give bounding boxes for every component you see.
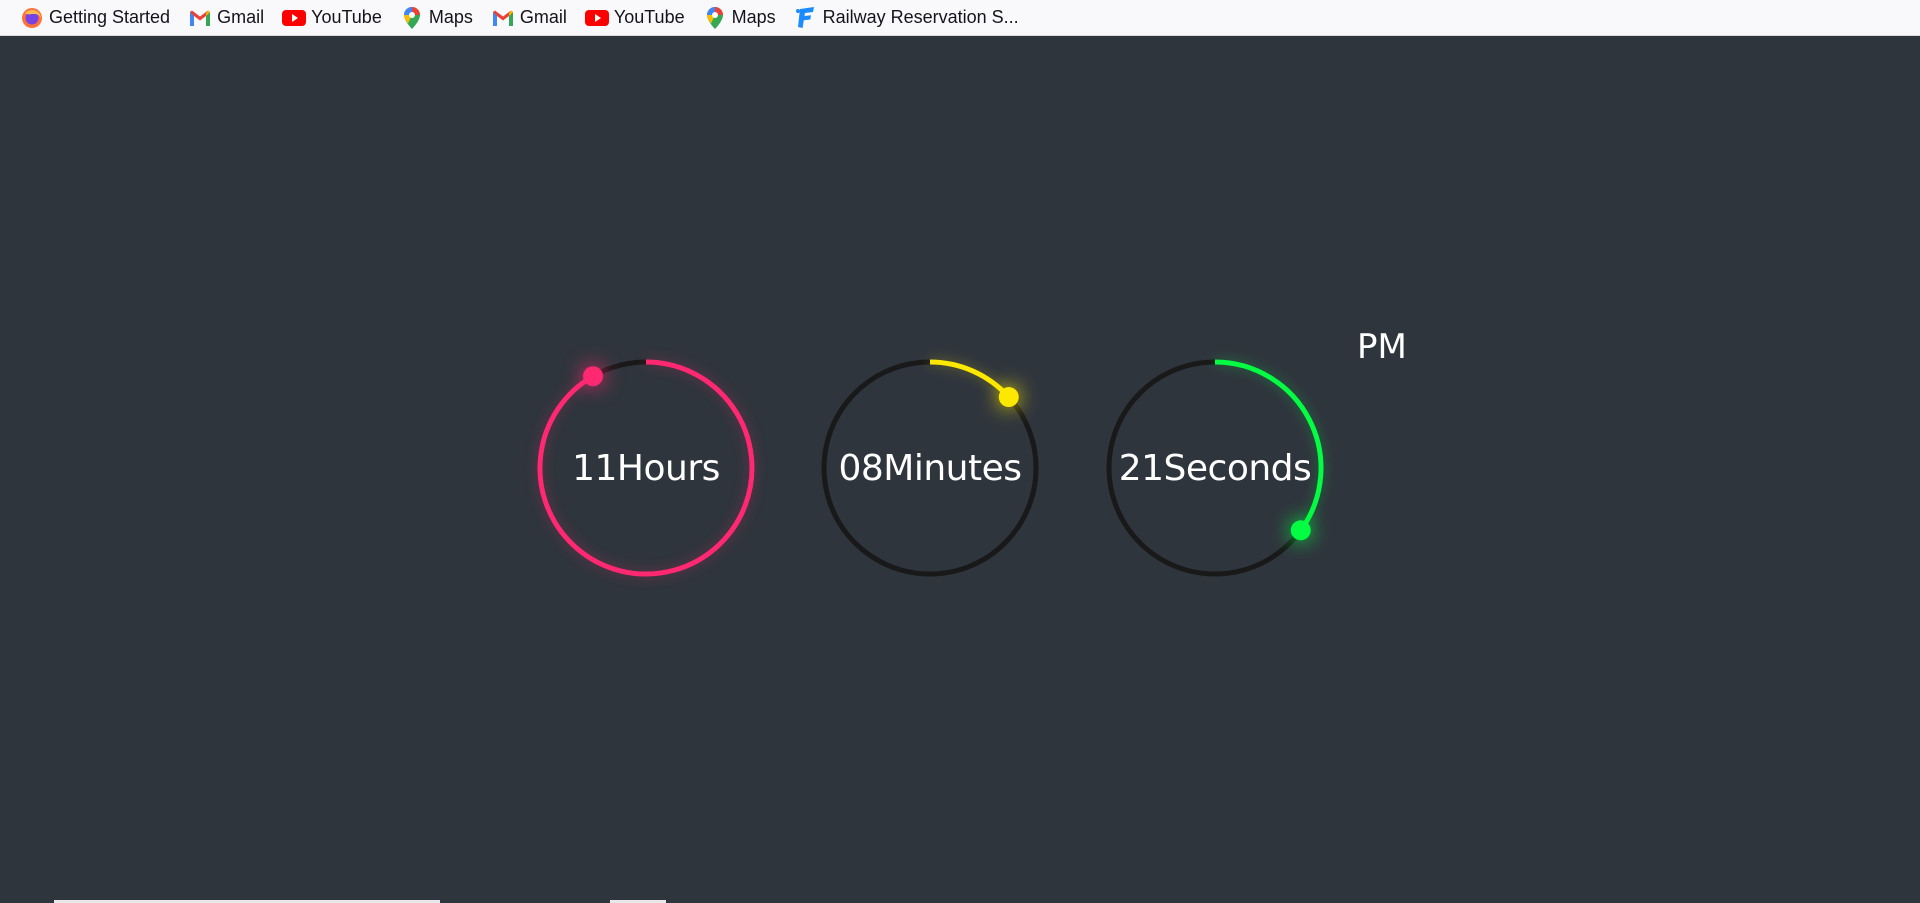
youtube-icon (282, 6, 307, 30)
bookmarks-toolbar: Getting Started Gmail YouTube Maps Gmail… (0, 0, 1920, 36)
hours-value: 11 (572, 447, 617, 489)
seconds-value: 21 (1118, 447, 1164, 489)
seconds-dial: 21 Seconds (1105, 358, 1325, 578)
minutes-value: 08 (838, 447, 884, 489)
bookmark-getting-started[interactable]: Getting Started (18, 4, 172, 32)
seconds-unit: Seconds (1163, 447, 1312, 489)
minutes-dial: 08 Minutes (820, 358, 1040, 578)
clock: 11 Hours 08 Minutes 21 Seconds PM (0, 36, 1920, 903)
railway-icon (794, 6, 818, 30)
gmail-icon (491, 6, 515, 30)
bookmark-youtube-2[interactable]: YouTube (583, 4, 687, 32)
bookmark-label: YouTube (311, 7, 382, 27)
firefox-icon (20, 6, 44, 30)
bookmark-gmail-2[interactable]: Gmail (489, 4, 569, 32)
gmail-icon (188, 6, 212, 30)
bookmark-maps-2[interactable]: Maps (701, 4, 778, 32)
minutes-unit: Minutes (883, 447, 1022, 489)
bookmark-railway-reservation[interactable]: Railway Reservation S... (792, 4, 1021, 32)
bookmark-label: Getting Started (49, 7, 171, 27)
bookmark-youtube[interactable]: YouTube (280, 4, 384, 32)
bookmark-label: Gmail (519, 7, 567, 27)
maps-icon (703, 6, 727, 30)
bookmark-label: Gmail (217, 7, 265, 27)
maps-icon (400, 6, 424, 30)
bookmark-label: Railway Reservation S... (822, 7, 1019, 27)
bookmark-label: YouTube (613, 7, 685, 27)
hours-dial: 11 Hours (536, 358, 756, 578)
hours-unit: Hours (616, 447, 720, 489)
bookmark-gmail[interactable]: Gmail (186, 4, 266, 32)
youtube-icon (584, 6, 609, 30)
ampm-indicator: PM (1357, 327, 1407, 367)
bookmark-label: Maps (428, 7, 473, 27)
bookmark-maps[interactable]: Maps (398, 4, 475, 32)
bookmark-label: Maps (731, 7, 776, 27)
